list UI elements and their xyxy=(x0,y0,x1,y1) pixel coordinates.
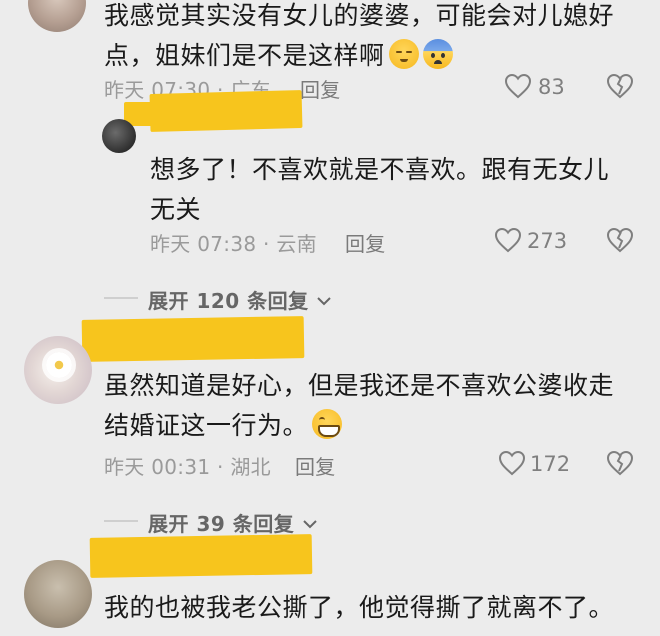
redaction-mark xyxy=(149,90,303,132)
heart-icon xyxy=(498,450,526,476)
avatar[interactable] xyxy=(102,119,136,153)
comment-timestamp: 昨天 00:31 · 湖北 xyxy=(104,455,271,479)
expand-replies-label: 展开 120 条回复 xyxy=(148,289,309,313)
chevron-down-icon xyxy=(303,520,317,529)
comment-line: 点，姐妹们是不是这样啊 xyxy=(104,41,385,70)
reply-label: 回复 xyxy=(295,455,336,479)
like-count: 83 xyxy=(538,75,565,99)
reply-label: 回复 xyxy=(300,78,341,102)
reply-button[interactable]: 回复 xyxy=(345,228,386,257)
divider xyxy=(104,520,138,522)
like-button[interactable] xyxy=(498,450,526,480)
dislike-button[interactable] xyxy=(606,73,634,103)
comment-text: 我的也被我老公撕了，他觉得撕了就离不了。 xyxy=(104,588,654,628)
broken-heart-icon xyxy=(606,227,634,253)
comment-line: 我的也被我老公撕了，他觉得撕了就离不了。 xyxy=(104,593,615,622)
comment-text: 虽然知道是好心，但是我还是不喜欢公婆收走 结婚证这一行为。 xyxy=(104,366,654,446)
expand-replies-label: 展开 39 条回复 xyxy=(148,512,295,536)
comment-meta: 昨天 07:38 · 云南 xyxy=(150,228,317,257)
anxious-face-emoji-icon xyxy=(422,39,453,69)
expand-replies-button[interactable]: 展开 39 条回复 xyxy=(148,508,318,537)
avatar[interactable] xyxy=(24,560,92,628)
broken-heart-icon xyxy=(606,450,634,476)
comment-meta: 昨天 00:31 · 湖北 xyxy=(104,451,271,480)
reply-text: 想多了！不喜欢就是不喜欢。跟有无女儿 无关 xyxy=(150,150,630,230)
like-count: 172 xyxy=(530,452,571,476)
chevron-down-icon xyxy=(317,297,331,306)
comment-timestamp: 昨天 07:38 · 云南 xyxy=(150,232,317,256)
reply-button[interactable]: 回复 xyxy=(295,451,336,480)
comment-line: 结婚证这一行为。 xyxy=(104,411,309,440)
reply-label: 回复 xyxy=(345,232,386,256)
comment-line: 我感觉其实没有女儿的婆婆，可能会对儿媳好 xyxy=(104,1,615,30)
comment-line: 虽然知道是好心，但是我还是不喜欢公婆收走 xyxy=(104,371,615,400)
dislike-button[interactable] xyxy=(606,450,634,480)
avatar[interactable] xyxy=(24,336,92,404)
divider xyxy=(104,297,138,299)
reply-button[interactable]: 回复 xyxy=(300,74,341,103)
heart-icon xyxy=(494,227,522,253)
avatar[interactable] xyxy=(28,0,86,32)
comment-line: 无关 xyxy=(150,195,202,224)
broken-heart-icon xyxy=(606,73,634,99)
like-button[interactable] xyxy=(494,227,522,257)
comment-line: 想多了！不喜欢就是不喜欢。跟有无女儿 xyxy=(150,155,610,184)
flower-icon xyxy=(46,352,72,378)
comment-text: 我感觉其实没有女儿的婆婆，可能会对儿媳好 点，姐妹们是不是这样啊 xyxy=(104,0,654,76)
expand-replies-button[interactable]: 展开 120 条回复 xyxy=(148,285,332,314)
sleepy-face-emoji-icon xyxy=(388,39,419,69)
heart-icon xyxy=(504,73,532,99)
dislike-button[interactable] xyxy=(606,227,634,257)
redaction-mark xyxy=(81,316,305,362)
redaction-mark xyxy=(89,534,313,578)
grinning-face-emoji-icon xyxy=(312,409,343,439)
like-count: 273 xyxy=(527,229,568,253)
like-button[interactable] xyxy=(504,73,532,103)
